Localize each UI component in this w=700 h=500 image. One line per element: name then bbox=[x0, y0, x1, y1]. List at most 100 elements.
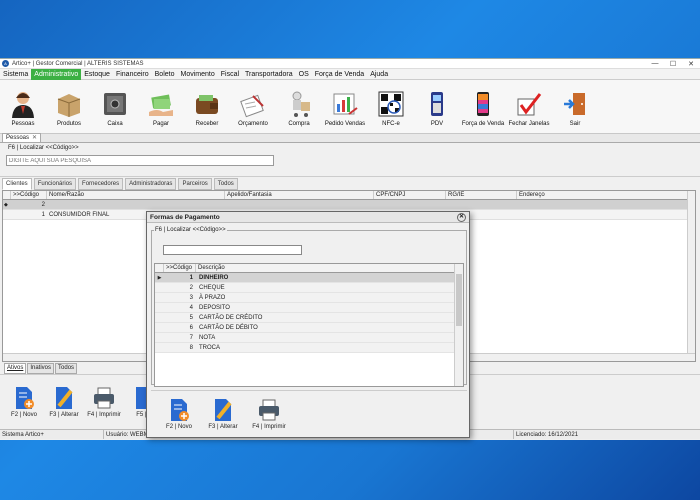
col-rg[interactable]: RG/IE bbox=[446, 191, 517, 199]
alterar-button[interactable]: F3 | Alterar bbox=[44, 375, 84, 429]
status-license: Licenciado: 16/12/2021 bbox=[516, 432, 579, 438]
col-endereco[interactable]: Endereço bbox=[517, 191, 695, 199]
pessoas-button[interactable]: Pessoas bbox=[0, 80, 46, 133]
novo-button[interactable]: F2 | Novo bbox=[4, 375, 44, 429]
list-item[interactable]: 6 CARTÃO DE DÉBITO bbox=[155, 323, 463, 333]
tab-funcionarios[interactable]: Funcionários bbox=[33, 178, 77, 190]
menu-os[interactable]: OS bbox=[296, 69, 312, 80]
item-desc: NOTA bbox=[199, 335, 216, 341]
pdv-button[interactable]: PDV bbox=[414, 80, 460, 133]
fechar-janelas-label: Fechar Janelas bbox=[508, 121, 550, 127]
search-area: F6 | Localizar <<Código>> bbox=[0, 143, 700, 177]
col-cpf[interactable]: CPF/CNPJ bbox=[374, 191, 446, 199]
row-code: 1 bbox=[41, 212, 45, 218]
tab-administradoras[interactable]: Administradoras bbox=[125, 178, 177, 190]
item-desc: DINHEIRO bbox=[199, 275, 229, 281]
dialog-alterar-button[interactable]: F3 | Alterar bbox=[201, 391, 245, 436]
item-desc: CARTÃO DE DÉBITO bbox=[199, 325, 258, 331]
pos-terminal-icon bbox=[431, 92, 443, 116]
caixa-label: Caixa bbox=[107, 121, 123, 127]
payment-methods-dialog: Formas de Pagamento ✕ F6 | Localizar <<C… bbox=[146, 211, 470, 438]
produtos-button[interactable]: Produtos bbox=[46, 80, 92, 133]
tab-todos[interactable]: Todos bbox=[213, 178, 238, 190]
money-hands-icon bbox=[149, 94, 173, 116]
list-item[interactable]: 4 DEPOSITO bbox=[155, 303, 463, 313]
pedido-vendas-button[interactable]: Pedido Vendas bbox=[322, 80, 368, 133]
table-row[interactable]: ◆ 2 bbox=[3, 200, 695, 210]
fechar-janelas-button[interactable]: Fechar Janelas bbox=[506, 80, 552, 133]
grid-header: >>Código Nome/Razão Apelido/Fantasia CPF… bbox=[3, 191, 695, 200]
item-desc: CHEQUE bbox=[199, 285, 225, 291]
tab-pessoas-label: Pessoas bbox=[6, 135, 30, 141]
tab-ativos[interactable]: Ativos bbox=[4, 363, 27, 374]
tab-fornecedores[interactable]: Fornecedores bbox=[78, 178, 124, 190]
menu-transportadora[interactable]: Transportadora bbox=[242, 69, 296, 80]
tab-parceiros[interactable]: Parceiros bbox=[178, 178, 212, 190]
dialog-search-label: F6 | Localizar <<Código>> bbox=[154, 227, 227, 233]
caixa-button[interactable]: Caixa bbox=[92, 80, 138, 133]
menu-forca-de-venda[interactable]: Força de Venda bbox=[312, 69, 367, 80]
list-item[interactable]: 7 NOTA bbox=[155, 333, 463, 343]
list-item[interactable]: 5 CARTÃO DE CRÉDITO bbox=[155, 313, 463, 323]
tab-inativos[interactable]: Inativos bbox=[27, 363, 55, 374]
search-input[interactable] bbox=[6, 155, 274, 166]
imprimir-button[interactable]: F4 | Imprimir bbox=[84, 375, 124, 429]
box-icon bbox=[57, 94, 81, 117]
dialog-col-codigo[interactable]: >>Código bbox=[164, 264, 196, 272]
receber-button[interactable]: Receber bbox=[184, 80, 230, 133]
list-item[interactable]: 2 CHEQUE bbox=[155, 283, 463, 293]
grid-indicator-header bbox=[3, 191, 11, 199]
dialog-vertical-scrollbar[interactable] bbox=[454, 264, 463, 386]
window-title: Artico+ | Gestor Comercial | ALTERIS SIS… bbox=[12, 60, 144, 67]
item-code: 1 bbox=[189, 275, 193, 281]
desktop-background bbox=[0, 440, 700, 500]
maximize-button[interactable]: ☐ bbox=[664, 60, 682, 68]
menu-estoque[interactable]: Estoque bbox=[81, 69, 113, 80]
edit-document-icon bbox=[56, 387, 73, 409]
tab-pessoas[interactable]: Pessoas ✕ bbox=[2, 133, 42, 142]
close-tab-icon[interactable]: ✕ bbox=[32, 134, 37, 142]
row-name bbox=[47, 200, 225, 209]
menu-movimento[interactable]: Movimento bbox=[178, 69, 218, 80]
window-controls: — ☐ ✕ bbox=[646, 60, 700, 68]
pessoas-label: Pessoas bbox=[11, 121, 35, 127]
menu-administrativo[interactable]: Administrativo bbox=[31, 68, 82, 80]
checkmark-icon bbox=[517, 93, 542, 116]
minimize-button[interactable]: — bbox=[646, 60, 664, 68]
edit-document-icon bbox=[215, 398, 232, 421]
imprimir-label: F4 | Imprimir bbox=[87, 412, 121, 418]
main-toolbar: Pessoas Produtos Caixa Pagar Receber Orç… bbox=[0, 80, 700, 134]
dialog-imprimir-button[interactable]: F4 | Imprimir bbox=[245, 391, 293, 436]
col-nome[interactable]: Nome/Razão bbox=[47, 191, 225, 199]
col-codigo[interactable]: >>Código bbox=[11, 191, 47, 199]
nfce-button[interactable]: NFC-e bbox=[368, 80, 414, 133]
tab-todos-status[interactable]: Todos bbox=[55, 363, 78, 374]
menu-fiscal[interactable]: Fiscal bbox=[218, 69, 242, 80]
pagar-button[interactable]: Pagar bbox=[138, 80, 184, 133]
dialog-search-input[interactable] bbox=[163, 245, 302, 255]
list-item[interactable]: 8 TROCA bbox=[155, 343, 463, 353]
orcamento-button[interactable]: Orçamento bbox=[230, 80, 276, 133]
dialog-close-button[interactable]: ✕ bbox=[457, 212, 466, 222]
pagar-label: Pagar bbox=[152, 121, 169, 127]
dialog-novo-button[interactable]: F2 | Novo bbox=[157, 391, 201, 436]
compra-button[interactable]: Compra bbox=[276, 80, 322, 133]
list-item[interactable]: 3 À PRAZO bbox=[155, 293, 463, 303]
wallet-icon bbox=[196, 95, 218, 114]
list-item[interactable]: ▶ 1 DINHEIRO bbox=[155, 273, 463, 283]
close-window-button[interactable]: ✕ bbox=[682, 60, 700, 68]
col-apelido[interactable]: Apelido/Fantasia bbox=[225, 191, 374, 199]
menu-financeiro[interactable]: Financeiro bbox=[113, 69, 152, 80]
scrollbar-thumb[interactable] bbox=[456, 274, 462, 326]
item-desc: DEPOSITO bbox=[199, 305, 230, 311]
menu-sistema[interactable]: Sistema bbox=[0, 69, 31, 80]
grid-vertical-scrollbar[interactable] bbox=[687, 191, 695, 361]
dialog-col-descricao[interactable]: Descrição bbox=[196, 264, 448, 272]
forca-de-venda-button[interactable]: Força de Venda bbox=[460, 80, 506, 133]
cart-icon bbox=[292, 91, 310, 117]
tab-clientes[interactable]: Clientes bbox=[2, 178, 32, 190]
menu-boleto[interactable]: Boleto bbox=[152, 69, 178, 80]
menu-ajuda[interactable]: Ajuda bbox=[367, 69, 391, 80]
sair-label: Sair bbox=[569, 121, 581, 127]
sair-button[interactable]: Sair bbox=[552, 80, 598, 133]
